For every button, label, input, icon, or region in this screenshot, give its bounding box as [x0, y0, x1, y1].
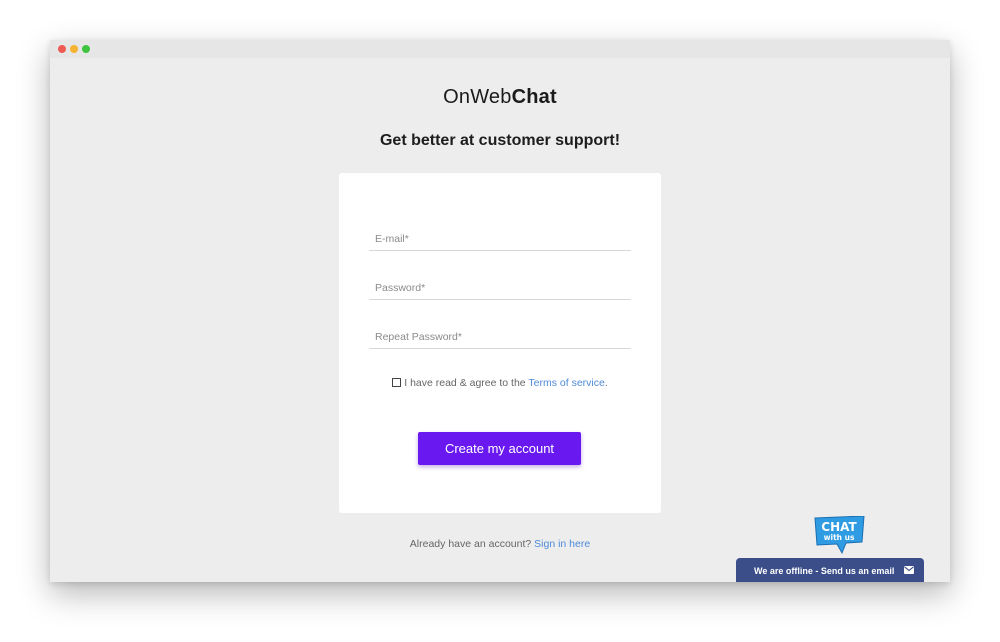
- terms-of-service-link[interactable]: Terms of service: [528, 377, 604, 389]
- terms-row: I have read & agree to the Terms of serv…: [339, 377, 661, 389]
- chat-badge-line1: CHAT: [821, 520, 857, 534]
- terms-suffix: .: [604, 377, 608, 389]
- create-account-button[interactable]: Create my account: [418, 432, 581, 465]
- title-bar: [50, 40, 950, 58]
- logo-text-light: OnWeb: [443, 86, 512, 108]
- repeat-password-input[interactable]: [369, 328, 631, 346]
- logo-text-bold: Chat: [511, 86, 557, 108]
- chat-status-text: We are offline - Send us an email: [754, 566, 895, 576]
- page-tagline: Get better at customer support!: [379, 132, 621, 149]
- sign-in-link[interactable]: Sign in here: [534, 538, 590, 550]
- email-input[interactable]: [369, 230, 631, 248]
- signin-text: Already have an account?: [409, 538, 535, 550]
- close-window-button[interactable]: [58, 45, 66, 53]
- terms-text: I have read & agree to the: [404, 377, 529, 389]
- password-input[interactable]: [369, 279, 631, 297]
- chat-offline-bar[interactable]: We are offline - Send us an email: [736, 558, 924, 582]
- chat-with-us-badge[interactable]: CHAT with us: [812, 516, 866, 556]
- minimize-window-button[interactable]: [70, 45, 78, 53]
- envelope-icon: [904, 566, 914, 574]
- browser-window: OnWebChat Get better at customer support…: [50, 40, 950, 582]
- terms-checkbox[interactable]: [392, 378, 402, 387]
- password-field: [369, 279, 631, 300]
- chat-badge-line2: with us: [824, 533, 855, 542]
- repeat-password-field: [369, 328, 631, 349]
- signup-card: I have read & agree to the Terms of serv…: [339, 173, 661, 513]
- brand-logo: OnWebChat: [50, 86, 950, 109]
- maximize-window-button[interactable]: [82, 45, 90, 53]
- email-field: [369, 230, 631, 251]
